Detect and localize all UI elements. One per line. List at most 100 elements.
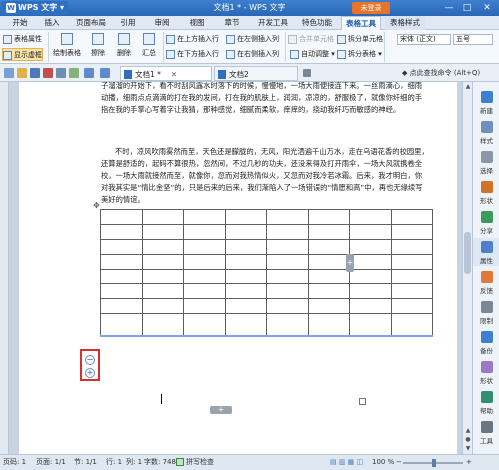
taskpane-tools[interactable]: 工具 bbox=[473, 418, 499, 446]
table-cell[interactable] bbox=[307, 209, 350, 225]
taskpane-feedback[interactable]: 反馈 bbox=[473, 268, 499, 296]
close-button[interactable]: ✕ bbox=[480, 1, 494, 15]
table-cell[interactable] bbox=[349, 298, 392, 315]
table-cell[interactable] bbox=[141, 209, 184, 225]
new-doc-icon[interactable] bbox=[4, 68, 14, 78]
table-cell[interactable] bbox=[390, 238, 433, 255]
save-icon[interactable] bbox=[30, 68, 40, 78]
page-number[interactable]: 页码: 1 bbox=[3, 455, 26, 470]
minimize-button[interactable]: — bbox=[442, 1, 456, 15]
document-page[interactable]: 子溜溜的开始下，看不时刮风露水时落下的时候，慢慢地，一场大雨便接连下来。一丝雨滴… bbox=[19, 82, 457, 454]
table-cell[interactable] bbox=[141, 223, 184, 240]
maximize-button[interactable]: □ bbox=[460, 1, 474, 15]
tab-chapter[interactable]: 章节 bbox=[218, 16, 246, 30]
font-size-select[interactable]: 五号 bbox=[453, 34, 493, 45]
table-cell[interactable] bbox=[100, 238, 143, 255]
table-cell[interactable] bbox=[307, 298, 350, 315]
table-cell[interactable] bbox=[141, 253, 184, 270]
table-cell[interactable] bbox=[183, 283, 226, 300]
zoom-slider-thumb[interactable] bbox=[432, 459, 436, 467]
tab-table-style[interactable]: 表格样式 bbox=[385, 16, 425, 30]
print-icon[interactable] bbox=[56, 68, 66, 78]
table-cell[interactable] bbox=[224, 298, 267, 315]
table-cell[interactable] bbox=[266, 298, 309, 315]
word-count[interactable]: 字数: 748 bbox=[144, 455, 176, 470]
erase-button[interactable]: 擦除 bbox=[86, 32, 110, 60]
tab-special-features[interactable]: 特色功能 bbox=[298, 16, 336, 30]
table-cell[interactable] bbox=[224, 253, 267, 270]
insert-row-below-button[interactable]: 在下方插入行 bbox=[166, 48, 219, 61]
split-cells-button[interactable]: 拆分单元格 bbox=[337, 33, 383, 46]
table-cell[interactable] bbox=[266, 223, 309, 240]
autofit-button[interactable]: 自动调整 ▾ bbox=[290, 48, 335, 61]
table-cell[interactable] bbox=[307, 253, 350, 270]
tab-page-layout[interactable]: 页面布局 bbox=[72, 16, 110, 30]
table-cell[interactable] bbox=[224, 313, 267, 338]
table-cell[interactable] bbox=[183, 238, 226, 255]
table-cell[interactable] bbox=[307, 313, 350, 338]
delete-button[interactable]: 删除 bbox=[113, 32, 135, 60]
page-count[interactable]: 页面: 1/1 bbox=[36, 455, 66, 470]
taskpane-new[interactable]: 新建 bbox=[473, 88, 499, 116]
table-cell[interactable] bbox=[266, 209, 309, 225]
table-cell[interactable] bbox=[100, 268, 143, 285]
insert-col-left-button[interactable]: 在左侧插入列 bbox=[226, 33, 279, 46]
table-cell[interactable] bbox=[141, 283, 184, 300]
table-cell[interactable] bbox=[390, 298, 433, 315]
table-cell[interactable] bbox=[307, 268, 350, 285]
tab-home[interactable]: 开始 bbox=[6, 16, 34, 30]
table-cell[interactable] bbox=[390, 268, 433, 285]
tab-table-tools[interactable]: 表格工具 bbox=[341, 16, 381, 30]
table-resize-handle[interactable] bbox=[359, 398, 366, 405]
new-tab-icon[interactable] bbox=[303, 69, 311, 77]
table-cell[interactable] bbox=[183, 313, 226, 338]
paragraph-2[interactable]: 不时，凉风吹雨雾然而至，天色还是朦胧的，无风，阳光洒遍千山万水，走在乌语花香的校… bbox=[101, 146, 429, 206]
table-cell[interactable] bbox=[100, 313, 143, 338]
tab-developer[interactable]: 开发工具 bbox=[254, 16, 292, 30]
table-cell[interactable] bbox=[390, 313, 433, 338]
delete-row-icon[interactable]: − bbox=[85, 355, 95, 365]
table-cell[interactable] bbox=[141, 298, 184, 315]
command-search[interactable]: ◆ 点此查找命令 (Alt+Q) bbox=[402, 68, 480, 78]
zoom-level[interactable]: 100 % bbox=[372, 455, 394, 470]
table-cell[interactable] bbox=[224, 209, 267, 225]
table-cell[interactable] bbox=[349, 209, 392, 225]
table-cell[interactable] bbox=[266, 253, 309, 270]
taskpane-shape[interactable]: 形状 bbox=[473, 178, 499, 206]
taskpane-backup[interactable]: 备份 bbox=[473, 328, 499, 356]
table-cell[interactable] bbox=[390, 253, 433, 270]
table-cell[interactable] bbox=[100, 298, 143, 315]
spell-check-status[interactable]: 拼写检查 bbox=[186, 455, 214, 470]
taskpane-restrict[interactable]: 限制 bbox=[473, 298, 499, 326]
insert-row-above-button[interactable]: 在上方插入行 bbox=[166, 33, 219, 46]
taskpane-share[interactable]: 分享 bbox=[473, 208, 499, 236]
document-table[interactable] bbox=[100, 209, 433, 338]
zoom-out-button[interactable]: − bbox=[396, 455, 402, 470]
table-cell[interactable] bbox=[349, 268, 392, 285]
table-cell[interactable] bbox=[183, 268, 226, 285]
table-cell[interactable] bbox=[100, 223, 143, 240]
undo-icon[interactable] bbox=[84, 68, 94, 78]
taskpane-style[interactable]: 样式 bbox=[473, 118, 499, 146]
summary-button[interactable]: 汇总 bbox=[138, 32, 160, 60]
table-cell[interactable] bbox=[266, 268, 309, 285]
table-cell[interactable] bbox=[266, 313, 309, 338]
table-cell[interactable] bbox=[141, 238, 184, 255]
export-pdf-icon[interactable] bbox=[43, 68, 53, 78]
split-table-button[interactable]: 拆分表格 ▾ bbox=[337, 48, 382, 61]
tab-insert[interactable]: 插入 bbox=[38, 16, 66, 30]
table-cell[interactable] bbox=[141, 268, 184, 285]
add-column-button[interactable]: + bbox=[346, 254, 354, 272]
table-cell[interactable] bbox=[390, 209, 433, 225]
scroll-thumb[interactable] bbox=[464, 232, 471, 274]
close-tab-icon[interactable]: ✕ bbox=[171, 70, 177, 79]
table-cell[interactable] bbox=[349, 223, 392, 240]
table-cell[interactable] bbox=[100, 283, 143, 300]
taskpane-help[interactable]: 帮助 bbox=[473, 388, 499, 416]
vertical-scrollbar[interactable]: ▲ ▲ ● ▼ bbox=[462, 82, 472, 454]
open-folder-icon[interactable] bbox=[17, 68, 27, 78]
table-cell[interactable] bbox=[183, 298, 226, 315]
table-cell[interactable] bbox=[224, 268, 267, 285]
tab-view[interactable]: 视图 bbox=[183, 16, 211, 30]
print-preview-icon[interactable] bbox=[69, 68, 79, 78]
